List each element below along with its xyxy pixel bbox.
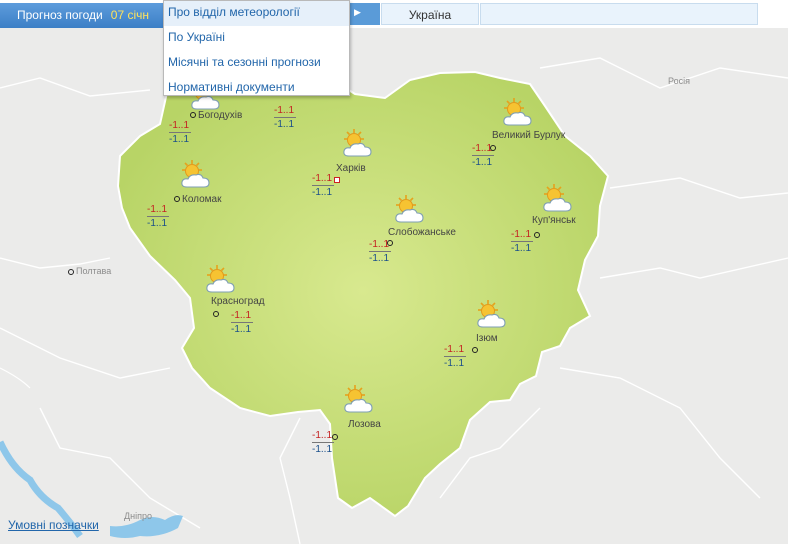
- city-marker: [490, 145, 496, 152]
- city-kupiansk[interactable]: Куп'янськ: [532, 215, 576, 226]
- city-kupiansk-marker: [534, 230, 542, 241]
- city-krasnohrad[interactable]: Красноград: [211, 296, 265, 307]
- sun-cloud-icon: [343, 128, 372, 157]
- temperature-kupiansk: -1..1 -1..1: [511, 229, 534, 254]
- menu-item-meteorology-dept[interactable]: Про відділ метеорології: [164, 1, 349, 26]
- label-russia: Росія: [668, 76, 690, 86]
- sun-cloud-icon: [181, 159, 210, 188]
- city-marker: [174, 196, 180, 203]
- city-marker: [332, 434, 338, 441]
- temperature-krasnohrad: -1..1 -1..1: [231, 310, 254, 335]
- menu-arrow-tab[interactable]: ▶: [350, 3, 380, 25]
- city-kharkiv-marker: [334, 175, 342, 186]
- city-marker: [534, 232, 540, 239]
- city-slobozhanske[interactable]: Слобожанське: [388, 227, 456, 238]
- sun-cloud-icon: [543, 183, 572, 212]
- city-izium[interactable]: Ізюм: [476, 333, 498, 344]
- temperature-izium: -1..1 -1..1: [444, 344, 467, 369]
- forecast-label: Прогноз погоди: [17, 8, 103, 22]
- label-dnipro: Дніпро: [124, 511, 152, 521]
- menu-item-regulatory-docs[interactable]: Нормативні документи: [164, 76, 349, 101]
- temperature-bohodukhiv: -1..1 -1..1: [169, 120, 192, 145]
- tab-forecast[interactable]: Прогноз погоди 07 січн: [0, 3, 166, 28]
- temperature-lozova: -1..1 -1..1: [312, 430, 335, 455]
- temperature-kolomak: -1..1 -1..1: [147, 204, 170, 229]
- menu-item-ukraine[interactable]: По Україні: [164, 26, 349, 51]
- forecast-date: 07 січн: [110, 8, 149, 22]
- city-krasnohrad-marker: [213, 309, 221, 320]
- city-lozova-marker: [332, 432, 340, 443]
- city-marker: [472, 347, 478, 354]
- city-marker: [68, 268, 74, 275]
- tab-ukraine[interactable]: Україна: [381, 3, 479, 25]
- city-kharkiv[interactable]: Харків: [336, 163, 366, 174]
- city-kolomak[interactable]: Коломак: [174, 194, 222, 205]
- capital-marker-icon: [334, 177, 340, 184]
- sun-cloud-icon: [477, 299, 506, 328]
- city-marker: [213, 311, 219, 318]
- temperature-north: -1..1 -1..1: [274, 105, 297, 130]
- legend-link[interactable]: Умовні позначки: [8, 518, 99, 532]
- label-poltava: Полтава: [68, 266, 111, 276]
- triangle-right-icon: ▶: [354, 7, 361, 17]
- city-marker: [190, 112, 196, 119]
- sun-cloud-icon: [503, 97, 532, 126]
- dropdown-menu: Про відділ метеорології По Україні Місяч…: [163, 0, 350, 96]
- city-slobozhanske-marker: [387, 238, 395, 249]
- top-bar: Прогноз погоди 07 січн ▶ Україна: [0, 0, 788, 28]
- tab-empty: [480, 3, 758, 25]
- city-lozova[interactable]: Лозова: [348, 419, 381, 430]
- sun-cloud-icon: [395, 194, 424, 223]
- city-velykyi-burluk[interactable]: Великий Бурлук: [492, 130, 565, 141]
- temperature-kharkiv: -1..1 -1..1: [312, 173, 335, 198]
- city-velykyi-burluk-marker: [490, 143, 498, 154]
- menu-item-monthly-seasonal[interactable]: Місячні та сезонні прогнози: [164, 51, 349, 76]
- city-izium-marker: [472, 345, 480, 356]
- region-map: [0, 28, 788, 544]
- sun-cloud-icon: [344, 384, 373, 413]
- sun-cloud-icon: [206, 264, 235, 293]
- city-marker: [387, 240, 393, 247]
- city-bohodukhiv[interactable]: Богодухів: [190, 110, 242, 121]
